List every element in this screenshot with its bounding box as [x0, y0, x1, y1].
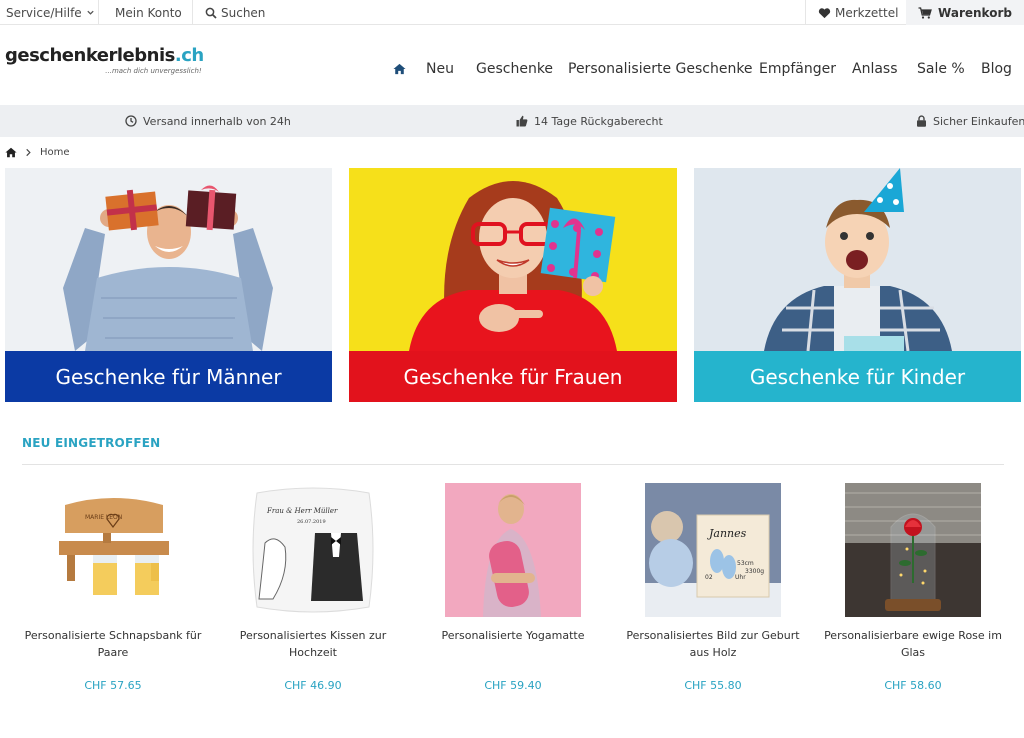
product-name[interactable]: Personalisiertes Bild zur Geburt aus Hol… [618, 627, 808, 663]
birth-size: 53cm [737, 560, 754, 567]
account-link[interactable]: Mein Konto [115, 0, 182, 25]
benefit-secure: Sicher Einkaufen [916, 105, 1024, 137]
benefit-secure-label: Sicher Einkaufen [933, 114, 1024, 128]
category-banner-women-label: Geschenke für Frauen [349, 351, 677, 402]
kids-banner-image [694, 168, 1021, 351]
nav-home[interactable] [393, 56, 406, 82]
nav-item-blog[interactable]: Blog [981, 56, 1012, 82]
category-banner-men-label: Geschenke für Männer [5, 351, 332, 402]
clock-icon [125, 115, 137, 127]
product-card[interactable]: Jannes 02 53cm Uhr 3300g Personalisierte… [618, 483, 808, 692]
category-banner-kids[interactable]: Geschenke für Kinder [694, 168, 1021, 402]
pillow-names: Frau & Herr Müller [266, 507, 338, 515]
section-divider [22, 464, 1004, 465]
category-banner-women[interactable]: Geschenke für Frauen [349, 168, 677, 402]
product-card[interactable]: Frau & Herr Müller 26.07.2019 Personalis… [218, 483, 408, 692]
product-name[interactable]: Personalisierbare ewige Rose im Glas [818, 627, 1008, 663]
home-icon [393, 63, 406, 75]
nav-item-geschenke[interactable]: Geschenke [476, 56, 553, 82]
product-name[interactable]: Personalisierte Yogamatte [418, 627, 608, 663]
product-name[interactable]: Personalisiertes Kissen zur Hochzeit [218, 627, 408, 663]
topbar-divider [98, 0, 99, 25]
product-image[interactable]: Frau & Herr Müller 26.07.2019 [245, 483, 381, 617]
search-icon [205, 7, 217, 19]
women-banner-image [349, 168, 677, 351]
search-label: Suchen [221, 5, 266, 20]
product-price: CHF 57.65 [84, 679, 142, 692]
product-image[interactable]: MARIE LEON [45, 483, 181, 617]
heart-icon [818, 7, 831, 18]
account-label: Mein Konto [115, 5, 182, 20]
chevron-down-icon [87, 10, 94, 15]
product-image[interactable]: Jannes 02 53cm Uhr 3300g [645, 483, 781, 617]
thumbs-up-icon [516, 115, 528, 127]
men-banner-image [5, 168, 332, 351]
benefits-bar: Versand innerhalb von 24h 14 Tage Rückga… [0, 105, 1024, 137]
product-price: CHF 55.80 [684, 679, 742, 692]
service-label: Service/Hilfe [6, 5, 82, 20]
product-price: CHF 46.90 [284, 679, 342, 692]
birth-name: Jannes [707, 527, 747, 540]
cart-label: Warenkorb [938, 5, 1012, 20]
benefit-returns-label: 14 Tage Rückgaberecht [534, 114, 663, 128]
breadcrumb: Home [5, 143, 70, 161]
benefit-returns: 14 Tage Rückgaberecht [516, 105, 663, 137]
benefit-shipping: Versand innerhalb von 24h [125, 105, 291, 137]
nav-item-personalisierte-geschenke[interactable]: Personalisierte Geschenke [568, 56, 753, 82]
product-card[interactable]: Personalisierbare ewige Rose im Glas CHF… [818, 483, 1008, 692]
cart-icon [918, 6, 932, 19]
product-card[interactable]: MARIE LEON Personalisierte Schnapsbank f… [18, 483, 208, 692]
birth-date: 02 [705, 574, 713, 581]
wishlist-label: Merkzettel [835, 5, 899, 20]
service-menu[interactable]: Service/Hilfe [6, 0, 95, 25]
main-navigation: Neu Geschenke Personalisierte Geschenke … [0, 56, 1024, 82]
product-card[interactable]: Personalisierte Yogamatte CHF 59.40 [418, 483, 608, 692]
product-price: CHF 59.40 [484, 679, 542, 692]
birth-time: Uhr [735, 574, 746, 581]
birth-weight: 3300g [745, 568, 764, 575]
product-image[interactable] [445, 483, 581, 617]
search-toggle[interactable]: Suchen [205, 0, 265, 25]
new-products-title: NEU EINGETROFFEN [22, 436, 161, 450]
product-image[interactable] [845, 483, 981, 617]
top-utility-bar: Service/Hilfe Mein Konto Suchen Merkzett… [0, 0, 1024, 25]
nav-item-anlass[interactable]: Anlass [852, 56, 898, 82]
nav-item-empfaenger[interactable]: Empfänger [759, 56, 836, 82]
chevron-right-icon [26, 148, 31, 156]
topbar-divider [805, 0, 806, 25]
nav-item-sale[interactable]: Sale % [917, 56, 965, 82]
product-price: CHF 58.60 [884, 679, 942, 692]
pillow-date: 26.07.2019 [297, 519, 326, 525]
breadcrumb-current[interactable]: Home [40, 147, 70, 158]
nav-item-neu[interactable]: Neu [426, 56, 454, 82]
benefit-shipping-label: Versand innerhalb von 24h [143, 114, 291, 128]
cart-button[interactable]: Warenkorb [906, 0, 1024, 25]
lock-icon [917, 115, 926, 127]
topbar-divider [192, 0, 193, 25]
wishlist-link[interactable]: Merkzettel [818, 0, 898, 25]
category-banner-kids-label: Geschenke für Kinder [694, 351, 1021, 402]
category-banner-men[interactable]: Geschenke für Männer [5, 168, 332, 402]
home-icon[interactable] [5, 147, 17, 158]
product-name[interactable]: Personalisierte Schnapsbank für Paare [18, 627, 208, 663]
